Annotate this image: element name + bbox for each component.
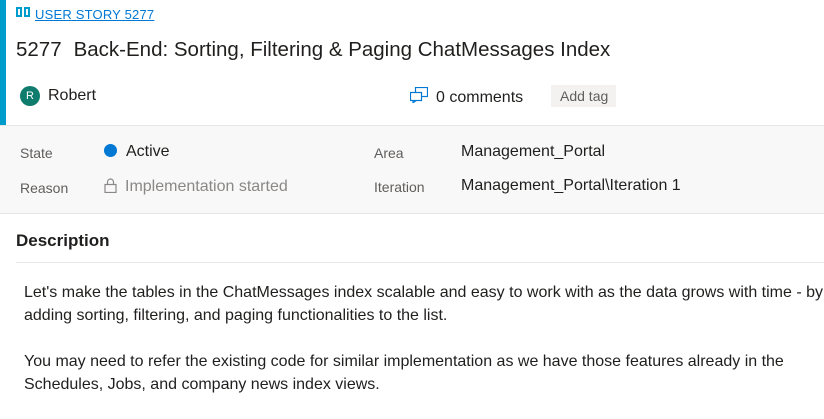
work-item-title-text[interactable]: Back-End: Sorting, Filtering & Paging Ch… (74, 38, 611, 61)
avatar: R (20, 86, 40, 106)
work-item-type-link[interactable]: USER STORY 5277 (35, 7, 154, 22)
area-value[interactable]: Management_Portal (461, 143, 605, 161)
description-body[interactable]: Let's make the tables in the ChatMessage… (24, 281, 824, 419)
divider (16, 262, 824, 263)
comments-count: 0 comments (436, 88, 524, 106)
description-header[interactable]: Description (16, 231, 110, 251)
work-item-header: USER STORY 5277 5277 Back-End: Sorting, F… (0, 0, 824, 125)
comments-icon (409, 86, 429, 108)
reason-label: Reason (20, 180, 69, 196)
area-label: Area (374, 145, 404, 161)
state-value: Active (126, 143, 170, 160)
lock-icon (104, 178, 117, 198)
book-icon (16, 5, 30, 23)
add-tag-button[interactable]: Add tag (551, 85, 617, 107)
work-item-meta: R Robert 0 comments Add tag (20, 84, 820, 110)
state-field[interactable]: Active (104, 143, 170, 161)
state-indicator-dot (104, 144, 117, 157)
work-item-type: USER STORY 5277 (16, 5, 154, 23)
reason-value: Implementation started (125, 178, 288, 195)
iteration-label: Iteration (374, 179, 425, 195)
comments-link[interactable]: 0 comments (409, 86, 524, 108)
work-item-fields: State Active Reason Implementation start… (0, 125, 824, 214)
state-label: State (20, 145, 53, 161)
assignee-name[interactable]: Robert (48, 87, 96, 105)
work-item-id: 5277 (16, 38, 62, 61)
work-item-title[interactable]: 5277 Back-End: Sorting, Filtering & Pagin… (16, 38, 610, 62)
description-paragraph: You may need to refer the existing code … (24, 353, 784, 393)
description-paragraph: Let's make the tables in the ChatMessage… (24, 284, 824, 324)
iteration-value[interactable]: Management_Portal\Iteration 1 (461, 177, 681, 195)
reason-field: Implementation started (104, 178, 288, 198)
